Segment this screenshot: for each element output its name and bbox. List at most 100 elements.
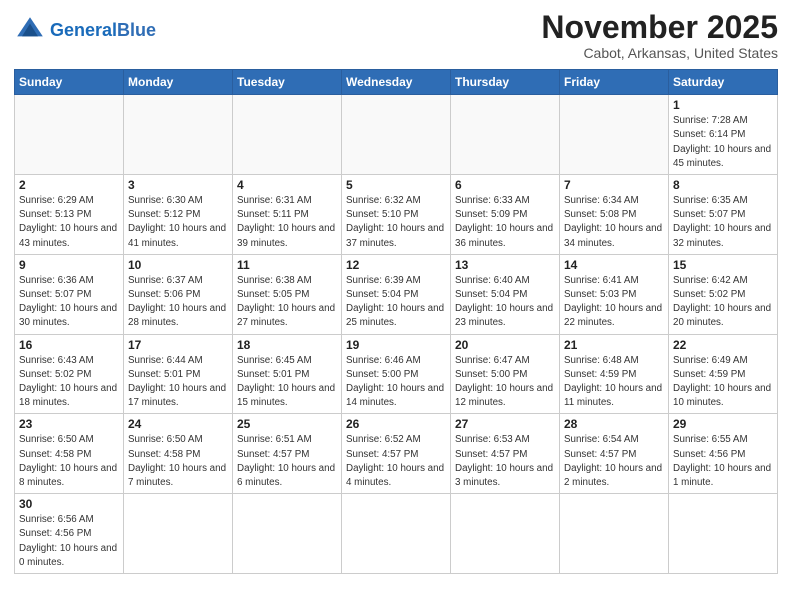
calendar-cell bbox=[15, 95, 124, 175]
weekday-header-row: SundayMondayTuesdayWednesdayThursdayFrid… bbox=[15, 70, 778, 95]
weekday-header-friday: Friday bbox=[560, 70, 669, 95]
day-number: 28 bbox=[564, 417, 664, 431]
page: GeneralBlue November 2025 Cabot, Arkansa… bbox=[0, 0, 792, 612]
calendar-cell bbox=[233, 494, 342, 574]
day-info: Sunrise: 6:32 AM Sunset: 5:10 PM Dayligh… bbox=[346, 194, 446, 251]
calendar-cell: 27 Sunrise: 6:53 AM Sunset: 4:57 PM Dayli… bbox=[451, 414, 560, 494]
weekday-header-tuesday: Tuesday bbox=[233, 70, 342, 95]
calendar-cell: 30 Sunrise: 6:56 AM Sunset: 4:56 PM Dayli… bbox=[15, 494, 124, 574]
day-info: Sunrise: 6:40 AM Sunset: 5:04 PM Dayligh… bbox=[455, 274, 555, 331]
day-number: 24 bbox=[128, 417, 228, 431]
day-info: Sunrise: 6:49 AM Sunset: 4:59 PM Dayligh… bbox=[673, 354, 773, 411]
calendar-cell: 19 Sunrise: 6:46 AM Sunset: 5:00 PM Dayli… bbox=[342, 334, 451, 414]
calendar-cell: 16Sunrise: 6:43 AM Sunset: 5:02 PM Dayli… bbox=[15, 334, 124, 414]
logo: GeneralBlue bbox=[14, 14, 156, 46]
day-info: Sunrise: 6:52 AM Sunset: 4:57 PM Dayligh… bbox=[346, 433, 446, 490]
calendar-cell: 10 Sunrise: 6:37 AM Sunset: 5:06 PM Dayli… bbox=[124, 254, 233, 334]
day-number: 30 bbox=[19, 497, 119, 511]
day-number: 20 bbox=[455, 338, 555, 352]
day-info: Sunrise: 6:51 AM Sunset: 4:57 PM Dayligh… bbox=[237, 433, 337, 490]
day-number: 21 bbox=[564, 338, 664, 352]
calendar-cell: 22Sunrise: 6:49 AM Sunset: 4:59 PM Dayli… bbox=[669, 334, 778, 414]
day-info: Sunrise: 6:43 AM Sunset: 5:02 PM Dayligh… bbox=[19, 354, 119, 411]
logo-blue: Blue bbox=[117, 20, 156, 40]
calendar-week-4: 16Sunrise: 6:43 AM Sunset: 5:02 PM Dayli… bbox=[15, 334, 778, 414]
day-info: Sunrise: 6:42 AM Sunset: 5:02 PM Dayligh… bbox=[673, 274, 773, 331]
calendar-cell bbox=[560, 494, 669, 574]
day-number: 19 bbox=[346, 338, 446, 352]
day-number: 11 bbox=[237, 258, 337, 272]
day-number: 7 bbox=[564, 178, 664, 192]
logo-general: General bbox=[50, 20, 117, 40]
day-info: Sunrise: 6:29 AM Sunset: 5:13 PM Dayligh… bbox=[19, 194, 119, 251]
calendar-cell: 3Sunrise: 6:30 AM Sunset: 5:12 PM Daylig… bbox=[124, 175, 233, 255]
calendar-week-6: 30 Sunrise: 6:56 AM Sunset: 4:56 PM Dayli… bbox=[15, 494, 778, 574]
day-info: Sunrise: 6:34 AM Sunset: 5:08 PM Dayligh… bbox=[564, 194, 664, 251]
weekday-header-wednesday: Wednesday bbox=[342, 70, 451, 95]
day-number: 2 bbox=[19, 178, 119, 192]
day-info: Sunrise: 6:46 AM Sunset: 5:00 PM Dayligh… bbox=[346, 354, 446, 411]
day-number: 23 bbox=[19, 417, 119, 431]
calendar-cell: 28Sunrise: 6:54 AM Sunset: 4:57 PM Dayli… bbox=[560, 414, 669, 494]
calendar-cell bbox=[124, 494, 233, 574]
day-number: 26 bbox=[346, 417, 446, 431]
calendar-week-5: 23 Sunrise: 6:50 AM Sunset: 4:58 PM Dayli… bbox=[15, 414, 778, 494]
logo-icon bbox=[14, 14, 46, 46]
day-info: Sunrise: 6:39 AM Sunset: 5:04 PM Dayligh… bbox=[346, 274, 446, 331]
calendar-cell bbox=[233, 95, 342, 175]
day-info: Sunrise: 6:31 AM Sunset: 5:11 PM Dayligh… bbox=[237, 194, 337, 251]
day-number: 13 bbox=[455, 258, 555, 272]
day-info: Sunrise: 7:28 AM Sunset: 6:14 PM Dayligh… bbox=[673, 114, 773, 171]
weekday-header-thursday: Thursday bbox=[451, 70, 560, 95]
calendar-cell bbox=[451, 494, 560, 574]
day-info: Sunrise: 6:50 AM Sunset: 4:58 PM Dayligh… bbox=[128, 433, 228, 490]
calendar-cell: 8 Sunrise: 6:35 AM Sunset: 5:07 PM Daylig… bbox=[669, 175, 778, 255]
day-info: Sunrise: 6:35 AM Sunset: 5:07 PM Dayligh… bbox=[673, 194, 773, 251]
day-number: 29 bbox=[673, 417, 773, 431]
calendar-table: SundayMondayTuesdayWednesdayThursdayFrid… bbox=[14, 69, 778, 574]
calendar-cell: 4 Sunrise: 6:31 AM Sunset: 5:11 PM Daylig… bbox=[233, 175, 342, 255]
calendar-week-3: 9 Sunrise: 6:36 AM Sunset: 5:07 PM Daylig… bbox=[15, 254, 778, 334]
day-number: 9 bbox=[19, 258, 119, 272]
calendar-cell: 7 Sunrise: 6:34 AM Sunset: 5:08 PM Daylig… bbox=[560, 175, 669, 255]
calendar-cell: 18Sunrise: 6:45 AM Sunset: 5:01 PM Dayli… bbox=[233, 334, 342, 414]
calendar-cell: 11Sunrise: 6:38 AM Sunset: 5:05 PM Dayli… bbox=[233, 254, 342, 334]
calendar-cell: 29Sunrise: 6:55 AM Sunset: 4:56 PM Dayli… bbox=[669, 414, 778, 494]
calendar-cell bbox=[560, 95, 669, 175]
calendar-cell: 17Sunrise: 6:44 AM Sunset: 5:01 PM Dayli… bbox=[124, 334, 233, 414]
calendar-cell: 1Sunrise: 7:28 AM Sunset: 6:14 PM Daylig… bbox=[669, 95, 778, 175]
day-info: Sunrise: 6:44 AM Sunset: 5:01 PM Dayligh… bbox=[128, 354, 228, 411]
day-info: Sunrise: 6:56 AM Sunset: 4:56 PM Dayligh… bbox=[19, 513, 119, 570]
calendar-cell bbox=[451, 95, 560, 175]
day-number: 4 bbox=[237, 178, 337, 192]
day-info: Sunrise: 6:50 AM Sunset: 4:58 PM Dayligh… bbox=[19, 433, 119, 490]
day-info: Sunrise: 6:36 AM Sunset: 5:07 PM Dayligh… bbox=[19, 274, 119, 331]
header: GeneralBlue November 2025 Cabot, Arkansa… bbox=[14, 10, 778, 61]
day-number: 25 bbox=[237, 417, 337, 431]
day-info: Sunrise: 6:53 AM Sunset: 4:57 PM Dayligh… bbox=[455, 433, 555, 490]
day-info: Sunrise: 6:30 AM Sunset: 5:12 PM Dayligh… bbox=[128, 194, 228, 251]
calendar-cell: 20 Sunrise: 6:47 AM Sunset: 5:00 PM Dayli… bbox=[451, 334, 560, 414]
day-number: 8 bbox=[673, 178, 773, 192]
day-number: 27 bbox=[455, 417, 555, 431]
day-info: Sunrise: 6:48 AM Sunset: 4:59 PM Dayligh… bbox=[564, 354, 664, 411]
calendar-cell: 26 Sunrise: 6:52 AM Sunset: 4:57 PM Dayli… bbox=[342, 414, 451, 494]
weekday-header-monday: Monday bbox=[124, 70, 233, 95]
calendar-cell: 23 Sunrise: 6:50 AM Sunset: 4:58 PM Dayli… bbox=[15, 414, 124, 494]
day-info: Sunrise: 6:33 AM Sunset: 5:09 PM Dayligh… bbox=[455, 194, 555, 251]
calendar-cell bbox=[669, 494, 778, 574]
day-number: 5 bbox=[346, 178, 446, 192]
day-number: 18 bbox=[237, 338, 337, 352]
calendar-cell bbox=[342, 95, 451, 175]
calendar-cell bbox=[342, 494, 451, 574]
day-info: Sunrise: 6:47 AM Sunset: 5:00 PM Dayligh… bbox=[455, 354, 555, 411]
calendar-week-1: 1Sunrise: 7:28 AM Sunset: 6:14 PM Daylig… bbox=[15, 95, 778, 175]
day-info: Sunrise: 6:41 AM Sunset: 5:03 PM Dayligh… bbox=[564, 274, 664, 331]
day-info: Sunrise: 6:37 AM Sunset: 5:06 PM Dayligh… bbox=[128, 274, 228, 331]
calendar-week-2: 2 Sunrise: 6:29 AM Sunset: 5:13 PM Daylig… bbox=[15, 175, 778, 255]
day-number: 10 bbox=[128, 258, 228, 272]
calendar-cell: 24 Sunrise: 6:50 AM Sunset: 4:58 PM Dayli… bbox=[124, 414, 233, 494]
calendar-cell: 13 Sunrise: 6:40 AM Sunset: 5:04 PM Dayli… bbox=[451, 254, 560, 334]
calendar-cell: 5 Sunrise: 6:32 AM Sunset: 5:10 PM Daylig… bbox=[342, 175, 451, 255]
logo-text: GeneralBlue bbox=[50, 21, 156, 39]
